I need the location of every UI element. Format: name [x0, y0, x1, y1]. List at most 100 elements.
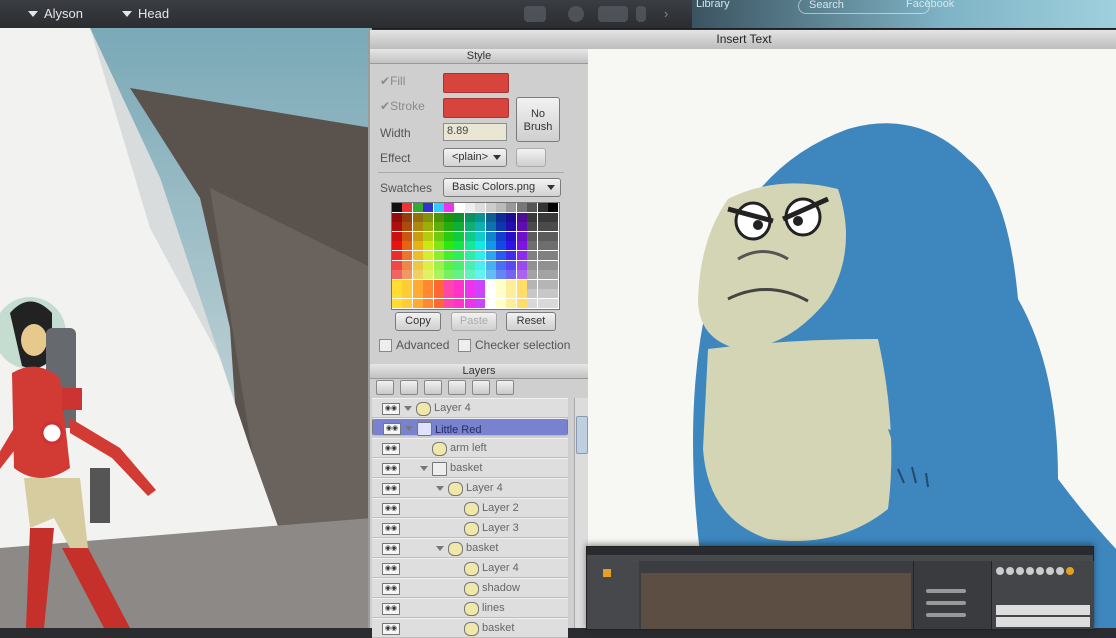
palette-color-cell[interactable] — [475, 212, 486, 222]
palette-color-cell[interactable] — [464, 241, 475, 251]
palette-color-cell[interactable] — [402, 260, 413, 270]
character-dropdown[interactable]: Alyson — [28, 6, 83, 21]
visibility-icon[interactable]: ◉◉ — [382, 563, 400, 575]
palette-color-cell[interactable] — [496, 251, 506, 260]
palette-color-cell[interactable] — [485, 289, 496, 299]
palette-color-cell[interactable] — [516, 212, 527, 222]
palette-color-cell[interactable] — [496, 231, 506, 241]
drawing-canvas[interactable] — [588, 49, 1116, 628]
scene-canvas[interactable] — [0, 28, 372, 628]
body-part-dropdown[interactable]: Head — [122, 6, 169, 21]
palette-color-cell[interactable] — [527, 299, 538, 308]
visibility-icon[interactable]: ◉◉ — [383, 423, 401, 435]
palette-color-cell[interactable] — [402, 251, 413, 260]
layer-row[interactable]: ◉◉ basket — [372, 538, 568, 558]
palette-color-cell[interactable] — [485, 222, 496, 232]
palette-color-cell[interactable] — [423, 222, 434, 232]
palette-color-cell[interactable] — [464, 270, 475, 280]
palette-color-cell[interactable] — [527, 279, 538, 289]
paste-button[interactable]: Paste — [451, 312, 497, 331]
width-input[interactable]: 8.89 — [443, 123, 507, 141]
palette-color-cell[interactable] — [485, 270, 496, 280]
palette-color-cell[interactable] — [537, 289, 548, 299]
palette-color-cell[interactable] — [548, 251, 558, 260]
fill-color-swatch[interactable] — [443, 73, 509, 93]
palette-color-cell[interactable] — [537, 212, 548, 222]
palette-color-cell[interactable] — [464, 299, 475, 308]
palette-color-cell[interactable] — [412, 203, 423, 212]
palette-color-cell[interactable] — [412, 222, 423, 232]
palette-color-cell[interactable] — [433, 260, 444, 270]
reset-button[interactable]: Reset — [506, 312, 556, 331]
palette-color-cell[interactable] — [506, 222, 517, 232]
palette-color-cell[interactable] — [423, 260, 434, 270]
palette-color-cell[interactable] — [444, 270, 454, 280]
palette-color-cell[interactable] — [392, 231, 402, 241]
no-brush-button[interactable]: No Brush — [516, 97, 560, 142]
palette-color-cell[interactable] — [444, 299, 454, 308]
palette-color-cell[interactable] — [506, 299, 517, 308]
palette-color-cell[interactable] — [496, 260, 506, 270]
palette-color-cell[interactable] — [548, 270, 558, 280]
palette-color-cell[interactable] — [516, 270, 527, 280]
palette-color-cell[interactable] — [548, 212, 558, 222]
palette-color-cell[interactable] — [516, 260, 527, 270]
palette-color-cell[interactable] — [454, 289, 465, 299]
palette-color-cell[interactable] — [527, 212, 538, 222]
palette-color-cell[interactable] — [454, 279, 465, 289]
palette-color-cell[interactable] — [506, 212, 517, 222]
palette-color-cell[interactable] — [454, 203, 465, 212]
color-palette[interactable] — [391, 202, 560, 310]
palette-color-cell[interactable] — [537, 270, 548, 280]
palette-color-cell[interactable] — [475, 251, 486, 260]
palette-color-cell[interactable] — [433, 212, 444, 222]
palette-color-cell[interactable] — [423, 289, 434, 299]
palette-color-cell[interactable] — [548, 289, 558, 299]
layer-row[interactable]: ◉◉ Layer 4 — [372, 478, 568, 498]
palette-color-cell[interactable] — [548, 231, 558, 241]
visibility-icon[interactable]: ◉◉ — [382, 403, 400, 415]
palette-color-cell[interactable] — [444, 212, 454, 222]
palette-color-cell[interactable] — [423, 251, 434, 260]
palette-color-cell[interactable] — [433, 270, 444, 280]
record-layer-icon[interactable] — [424, 380, 442, 395]
palette-color-cell[interactable] — [506, 270, 517, 280]
palette-color-cell[interactable] — [392, 212, 402, 222]
layer-row[interactable]: ◉◉ Little Red — [372, 418, 568, 436]
palette-color-cell[interactable] — [444, 222, 454, 232]
palette-color-cell[interactable] — [485, 212, 496, 222]
layer-row[interactable]: ◉◉ Layer 4 — [372, 398, 568, 418]
palette-color-cell[interactable] — [392, 241, 402, 251]
expand-icon[interactable] — [404, 406, 412, 411]
palette-color-cell[interactable] — [412, 279, 423, 289]
palette-color-cell[interactable] — [423, 241, 434, 251]
fill-checkbox[interactable]: ✔Fill — [380, 74, 405, 88]
palette-color-cell[interactable] — [454, 299, 465, 308]
palette-color-cell[interactable] — [433, 299, 444, 308]
palette-color-cell[interactable] — [464, 203, 475, 212]
palette-color-cell[interactable] — [485, 203, 496, 212]
visibility-icon[interactable]: ◉◉ — [382, 603, 400, 615]
visibility-icon[interactable]: ◉◉ — [382, 583, 400, 595]
palette-color-cell[interactable] — [392, 251, 402, 260]
layer-settings-icon[interactable] — [496, 380, 514, 395]
palette-color-cell[interactable] — [392, 260, 402, 270]
palette-color-cell[interactable] — [506, 279, 517, 289]
palette-color-cell[interactable] — [516, 299, 527, 308]
palette-color-cell[interactable] — [527, 251, 538, 260]
visibility-icon[interactable]: ◉◉ — [382, 523, 400, 535]
palette-color-cell[interactable] — [475, 270, 486, 280]
palette-color-cell[interactable] — [412, 231, 423, 241]
palette-color-cell[interactable] — [548, 279, 558, 289]
palette-color-cell[interactable] — [516, 251, 527, 260]
palette-color-cell[interactable] — [485, 231, 496, 241]
palette-color-cell[interactable] — [496, 241, 506, 251]
palette-color-cell[interactable] — [527, 289, 538, 299]
palette-color-cell[interactable] — [402, 231, 413, 241]
palette-color-cell[interactable] — [496, 222, 506, 232]
palette-color-cell[interactable] — [454, 260, 465, 270]
palette-color-cell[interactable] — [548, 203, 558, 212]
palette-color-cell[interactable] — [454, 270, 465, 280]
palette-color-cell[interactable] — [423, 231, 434, 241]
palette-color-cell[interactable] — [412, 299, 423, 308]
